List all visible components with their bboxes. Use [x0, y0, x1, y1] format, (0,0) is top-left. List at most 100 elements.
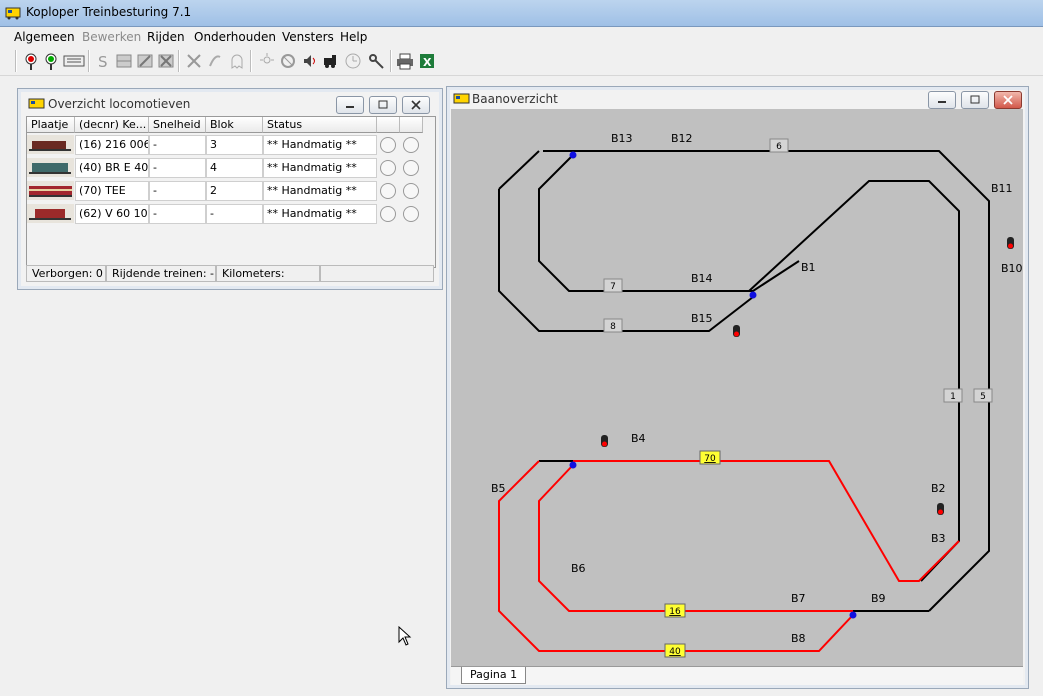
svg-text:16: 16 [669, 607, 681, 617]
edit-block-icon[interactable] [136, 52, 154, 70]
loco-status-cell[interactable]: ** Handmatig ** [263, 204, 377, 224]
close-button[interactable] [994, 91, 1022, 109]
delete-block-icon[interactable] [157, 52, 175, 70]
loco-toggle-button[interactable] [403, 183, 419, 199]
loco-window-title: Overzicht locomotieven [48, 97, 191, 111]
loco-name-cell[interactable]: (16) 216 006-7 [75, 135, 149, 155]
menu-onderhouden[interactable]: Onderhouden [194, 30, 276, 44]
turnout-dot[interactable] [569, 461, 577, 469]
loco-toggle-button[interactable] [380, 206, 396, 222]
turnout-dot[interactable] [749, 291, 757, 299]
svg-text:70: 70 [704, 454, 716, 464]
loco-speed-cell[interactable]: - [149, 135, 206, 155]
close-button[interactable] [402, 96, 430, 114]
loco-speed-cell[interactable]: - [149, 204, 206, 224]
loco-block-cell[interactable]: - [206, 204, 263, 224]
tab-pagina-1[interactable]: Pagina 1 [461, 667, 527, 684]
block-number-box[interactable]: 7 [603, 278, 623, 293]
sound-icon[interactable] [301, 52, 319, 70]
block-label-b11: B11 [991, 182, 1013, 195]
loco-tag[interactable]: 16 [664, 603, 686, 618]
loco-tag[interactable]: 40 [664, 643, 686, 658]
excel-export-icon[interactable]: X [418, 52, 436, 70]
turnout-dot[interactable] [569, 151, 577, 159]
block-label-b14: B14 [691, 272, 713, 285]
light-icon[interactable] [258, 52, 276, 70]
loco-status-cell[interactable]: ** Handmatig ** [263, 135, 377, 155]
loco-status-cell[interactable]: ** Handmatig ** [263, 181, 377, 201]
track-b1-diagonal [748, 180, 960, 582]
locomotive-icon[interactable] [322, 52, 340, 70]
menu-vensters[interactable]: Vensters [282, 30, 334, 44]
loco-name-cell[interactable]: (62) V 60 107 [75, 204, 149, 224]
wheel-icon[interactable] [279, 52, 297, 70]
signal-icon[interactable] [1007, 237, 1014, 249]
tools-icon[interactable] [185, 52, 203, 70]
signal-red-icon[interactable] [22, 52, 40, 70]
loco-toggle-button[interactable] [380, 137, 396, 153]
minimize-button[interactable] [928, 91, 956, 109]
block-number-box[interactable]: 5 [973, 388, 993, 403]
loco-block-cell[interactable]: 2 [206, 181, 263, 201]
block-number-box[interactable]: 6 [769, 138, 789, 153]
minimize-button[interactable] [336, 96, 364, 114]
loco-block-cell[interactable]: 3 [206, 135, 263, 155]
turnout-dot[interactable] [849, 611, 857, 619]
block-label-b7: B7 [791, 592, 806, 605]
loco-toggle-button[interactable] [380, 183, 396, 199]
block-number-box[interactable]: 8 [603, 318, 623, 333]
maximize-button[interactable] [369, 96, 397, 114]
horn-icon[interactable] [206, 52, 224, 70]
loco-toggle-button[interactable] [403, 206, 419, 222]
menu-help[interactable]: Help [340, 30, 367, 44]
loco-toggle-button[interactable] [380, 160, 396, 176]
toolbar-separator [15, 50, 17, 72]
block-label-b6: B6 [571, 562, 586, 575]
menu-rijden[interactable]: Rijden [147, 30, 185, 44]
signal-icon[interactable] [937, 503, 944, 515]
block-label-b8: B8 [791, 632, 806, 645]
col-header-plaatje[interactable]: Plaatje [27, 117, 75, 133]
block-label-b12: B12 [671, 132, 693, 145]
menu-bewerken[interactable]: Bewerken [82, 30, 141, 44]
col-header-status[interactable]: Status [263, 117, 377, 133]
loco-tag[interactable]: 70 [699, 450, 721, 465]
loco-status-cell[interactable]: ** Handmatig ** [263, 158, 377, 178]
loco-image [27, 158, 74, 177]
svg-text:7: 7 [610, 282, 616, 292]
svg-text:X: X [423, 56, 432, 69]
loco-name-cell[interactable]: (40) BR E 40 1 [75, 158, 149, 178]
track-layout-canvas[interactable]: B1 B2 B3 B4 B5 B6 B7 B8 B9 B10 B11 B12 B13 B14 B15 6 7 8… [451, 109, 1023, 666]
loco-speed-cell[interactable]: - [149, 181, 206, 201]
block-icon[interactable] [115, 52, 133, 70]
key-wrench-icon[interactable] [367, 52, 385, 70]
col-header-extra2[interactable] [400, 117, 423, 133]
status-kilometers: Kilometers: [216, 265, 320, 282]
col-header-speed[interactable]: Snelheid [149, 117, 206, 133]
col-header-name[interactable]: (decnr) Ke... [75, 117, 149, 133]
block-number-box[interactable]: 1 [943, 388, 963, 403]
loco-toggle-button[interactable] [403, 160, 419, 176]
clock-icon[interactable] [344, 52, 362, 70]
svg-text:8: 8 [610, 322, 616, 332]
loco-toggle-button[interactable] [403, 137, 419, 153]
track-overview-window: Baanoverzicht B1 B2 B3 B4 B5 B6 B7 B8 B9 B10 B11 B1… [446, 86, 1029, 689]
keyboard-icon[interactable] [63, 52, 85, 70]
loco-speed-cell[interactable]: - [149, 158, 206, 178]
svg-text:5: 5 [980, 392, 986, 402]
col-header-extra1[interactable] [377, 117, 400, 133]
maximize-icon [970, 95, 980, 104]
signal-icon[interactable] [733, 325, 740, 337]
loco-name-cell[interactable]: (70) TEE [75, 181, 149, 201]
loco-image [27, 204, 74, 223]
block-label-b1: B1 [801, 261, 816, 274]
ghost-icon[interactable] [228, 52, 246, 70]
col-header-block[interactable]: Blok [206, 117, 263, 133]
s-icon[interactable]: S [94, 52, 112, 70]
printer-icon[interactable] [396, 52, 414, 70]
menu-algemeen[interactable]: Algemeen [14, 30, 75, 44]
signal-icon[interactable] [601, 435, 608, 447]
maximize-button[interactable] [961, 91, 989, 109]
signal-green-icon[interactable] [42, 52, 60, 70]
loco-block-cell[interactable]: 4 [206, 158, 263, 178]
